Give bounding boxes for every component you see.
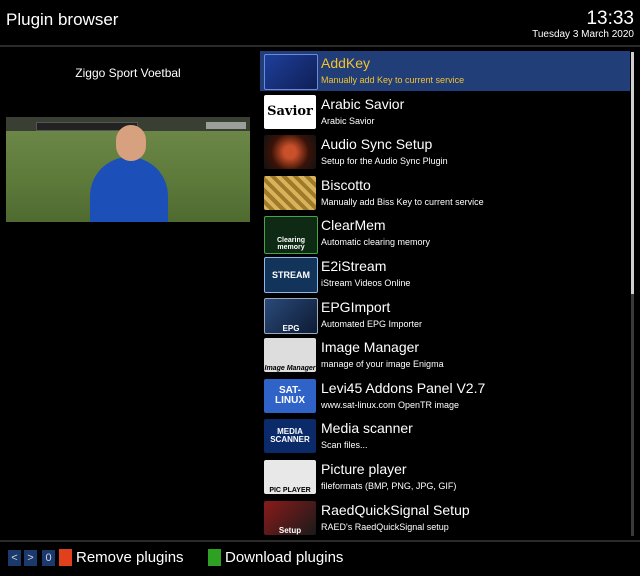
image-manager-icon: Image Manager [264,338,316,373]
plugin-name: ClearMem [321,217,386,234]
page-title: Plugin browser [6,10,119,29]
footer-divider [0,540,640,542]
clock: 13:33 [586,8,634,29]
e2istream-icon: STREAM [264,257,318,293]
plugin-description: Manually add Biss Key to current service [321,196,484,207]
preview-broadcaster-logo [206,122,246,129]
plugin-description: fileformats (BMP, PNG, JPG, GIF) [321,481,457,491]
preview-player-head [116,125,146,161]
media-scanner-icon: MEDIA SCANNER [264,419,316,454]
addkey-icon [264,54,318,90]
nav-prev-button[interactable]: < [8,550,21,566]
plugin-description: www.sat-linux.com OpenTR image [321,399,460,410]
plugin-item[interactable]: Savior Arabic Savior Arabic Savior [260,92,630,132]
remove-plugins-button[interactable]: Remove plugins [76,549,184,566]
plugin-item[interactable]: Biscotto Manually add Biss Key to current… [260,173,630,213]
picture-player-icon: PIC PLAYER [264,460,316,494]
arabic-savior-icon: Savior [264,94,316,129]
red-key-icon[interactable] [59,549,72,566]
plugin-name: E2iStream [321,258,387,274]
tv-preview [6,117,250,222]
plugin-description: Manually add Key to current service [321,75,465,85]
date-label: Tuesday 3 March 2020 [532,29,634,40]
audio-sync-icon [264,135,316,170]
plugin-item[interactable]: Audio Sync Setup Setup for the Audio Sync… [260,132,630,172]
plugin-item[interactable]: STREAM E2iStream iStream Videos Online [260,254,630,294]
plugin-description: manage of your image Enigma [321,359,444,370]
plugin-description: Scan files... [321,440,368,451]
plugin-name: Image Manager [321,339,420,356]
plugin-name: Picture player [321,461,407,477]
plugin-name: Arabic Savior [321,95,405,112]
plugin-description: iStream Videos Online [321,278,411,288]
plugin-name: EPGImport [321,298,391,315]
plugin-item[interactable]: AddKey Manually add Key to current servic… [260,51,630,91]
plugin-item[interactable]: Setup RaedQuickSignal Setup RAED's RaedQui… [260,498,630,538]
plugin-item[interactable]: SAT-LINUX Levi45 Addons Panel V2.7 www.sat… [260,376,630,416]
biscotto-icon [264,175,316,210]
plugin-name: Levi45 Addons Panel V2.7 [321,379,486,396]
epgimport-icon: EPG [264,297,318,334]
plugin-name: Biscotto [321,176,371,193]
sat-linux-icon: SAT-LINUX [264,378,316,413]
green-key-icon[interactable] [208,549,221,566]
plugin-description: Arabic Savior [321,115,375,126]
plugin-name: Audio Sync Setup [321,136,433,153]
raedquicksignal-icon: Setup [264,500,316,535]
plugin-item[interactable]: PIC PLAYER Picture player fileformats (BMP… [260,457,630,497]
plugin-description: Automatic clearing memory [321,237,431,248]
plugin-item[interactable]: MEDIA SCANNER Media scanner Scan files... [260,416,630,456]
channel-name: Ziggo Sport Voetbal [75,66,181,80]
plugin-item[interactable]: Image Manager Image Manager manage of your… [260,335,630,375]
plugin-name: RaedQuickSignal Setup [321,501,470,518]
scrollbar[interactable] [631,52,634,536]
plugin-list[interactable]: AddKey Manually add Key to current servic… [260,51,630,538]
plugin-name: AddKey [321,55,371,71]
download-plugins-button[interactable]: Download plugins [225,549,343,566]
plugin-description: Automated EPG Importer [321,318,423,329]
page-counter: 0 [42,550,55,566]
preview-player [90,157,168,222]
plugin-description: Setup for the Audio Sync Plugin [321,156,448,167]
plugin-item[interactable]: Clearing memory ClearMem Automatic clearin… [260,213,630,255]
clearmem-icon: Clearing memory [264,216,318,255]
header-divider [0,45,640,47]
scrollbar-thumb[interactable] [631,52,634,294]
plugin-description: RAED's RaedQuickSignal setup [321,521,449,532]
plugin-item[interactable]: EPG EPGImport Automated EPG Importer [260,295,630,335]
nav-next-button[interactable]: > [24,550,37,566]
plugin-name: Media scanner [321,420,413,437]
